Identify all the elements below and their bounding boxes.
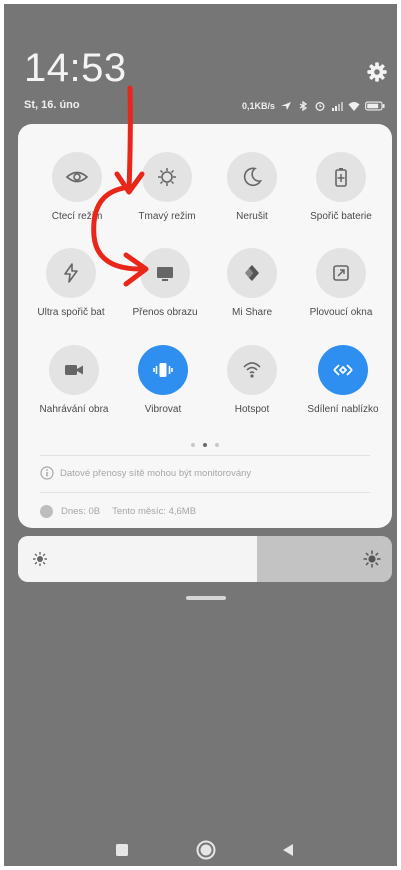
date: St, 16. úno: [24, 99, 80, 111]
tile-reading-mode[interactable]: Čtecí režim: [29, 152, 125, 242]
data-usage-today: Dnes: 0B: [61, 505, 101, 517]
tile-label: Tmavý režim: [138, 211, 196, 222]
tile-circle[interactable]: [46, 248, 96, 298]
eye-icon: [65, 171, 89, 183]
tile-mi-share[interactable]: Mi Share: [204, 248, 300, 338]
tile-circle[interactable]: [140, 248, 190, 298]
tile-circle[interactable]: [318, 345, 368, 395]
info-icon: [40, 466, 54, 480]
network-speed: 0,1KB/s: [241, 101, 275, 111]
tile-nearby-share[interactable]: Sdílení nablízko: [295, 345, 391, 435]
tile-label: Sdílení nablízko: [307, 404, 379, 415]
gear-icon[interactable]: [366, 61, 388, 83]
tile-circle[interactable]: [142, 152, 192, 202]
brightness-slider[interactable]: [18, 536, 392, 582]
tile-vibrate[interactable]: Vibrovat: [115, 345, 211, 435]
page-indicator: [18, 443, 392, 447]
tile-circle[interactable]: [316, 248, 366, 298]
tile-circle[interactable]: [227, 345, 277, 395]
battery-icon: [365, 101, 385, 111]
monitoring-notice: Datové přenosy sítě mohou být monitorová…: [40, 463, 251, 483]
cast-screen-icon: [157, 267, 173, 281]
bluetooth-icon: [299, 101, 308, 111]
mi-share-icon: [245, 265, 259, 281]
tile-circle[interactable]: [227, 152, 277, 202]
recents-button[interactable]: [116, 844, 128, 856]
tile-screen-recording[interactable]: Nahrávání obra: [26, 345, 122, 435]
tile-label: Plovoucí okna: [309, 307, 373, 318]
location-icon: [281, 102, 291, 110]
tile-label: Čtecí režim: [51, 211, 103, 222]
tile-circle[interactable]: [227, 248, 277, 298]
alarm-icon: [315, 102, 325, 111]
tile-circle[interactable]: [316, 152, 366, 202]
divider: [40, 492, 370, 493]
tile-label: Ultra spořič bat: [37, 307, 105, 318]
data-usage-icon: [40, 504, 53, 518]
quick-settings-panel: Čtecí režim Tmavý režim Nerušit Spořič b…: [18, 124, 392, 528]
vibrate-icon: [153, 363, 173, 377]
divider: [40, 455, 370, 456]
tile-label: Hotspot: [234, 404, 270, 415]
dark-mode-icon: [158, 168, 176, 186]
tile-circle[interactable]: [52, 152, 102, 202]
brightness-low-icon: [33, 552, 47, 566]
floating-window-icon: [333, 265, 349, 281]
data-usage-month: Tento měsíc: 4,6MB: [112, 505, 197, 517]
tile-dark-mode[interactable]: Tmavý režim: [119, 152, 215, 242]
brightness-fill: [18, 536, 258, 582]
phone-screen: 14:53 St, 16. úno 0,1KB/s Čtecí režim Tm…: [4, 4, 397, 866]
lightning-icon: [64, 263, 78, 283]
home-button[interactable]: [196, 840, 216, 860]
nearby-share-icon: [333, 364, 353, 376]
tile-hotspot[interactable]: Hotspot: [204, 345, 300, 435]
tile-label: Nerušit: [236, 211, 268, 222]
clock: 14:53: [24, 46, 127, 90]
hotspot-icon: [243, 362, 261, 378]
back-button[interactable]: [282, 843, 294, 857]
tile-label: Vibrovat: [144, 404, 182, 415]
battery-saver-icon: [335, 168, 347, 187]
tile-battery-saver[interactable]: Spořič baterie: [293, 152, 389, 242]
tile-do-not-disturb[interactable]: Nerušit: [204, 152, 300, 242]
data-usage-row[interactable]: Dnes: 0B Tento měsíc: 4,6MB: [40, 503, 196, 519]
tile-circle[interactable]: [138, 345, 188, 395]
page-dot[interactable]: [215, 443, 219, 447]
status-icons: 0,1KB/s: [242, 99, 385, 113]
notice-text: Datové přenosy sítě mohou být monitorová…: [60, 467, 252, 479]
brightness-high-icon: [363, 550, 381, 568]
tile-label: Nahrávání obra: [39, 404, 109, 415]
drag-handle[interactable]: [186, 596, 226, 600]
wifi-icon: [348, 102, 360, 111]
tile-circle[interactable]: [49, 345, 99, 395]
page-dot-active[interactable]: [203, 443, 207, 447]
video-camera-icon: [65, 365, 83, 375]
tile-floating-windows[interactable]: Plovoucí okna: [293, 248, 389, 338]
page-dot[interactable]: [191, 443, 195, 447]
tile-label: Mi Share: [231, 307, 272, 318]
moon-icon: [243, 167, 263, 187]
tile-screen-cast[interactable]: Přenos obrazu: [117, 248, 213, 338]
tile-label: Přenos obrazu: [132, 307, 198, 318]
tile-label: Spořič baterie: [310, 211, 372, 222]
signal-icon: [332, 102, 343, 111]
tile-ultra-battery-saver[interactable]: Ultra spořič bat: [23, 248, 119, 338]
navigation-bar: [4, 838, 397, 862]
